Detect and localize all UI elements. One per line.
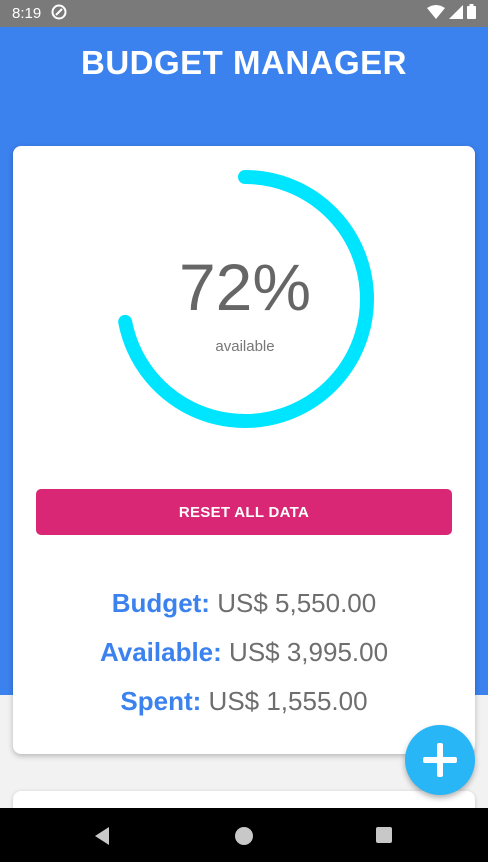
- spent-value: US$ 1,555.00: [208, 686, 368, 716]
- status-icons: [427, 4, 476, 23]
- available-value: US$ 3,995.00: [229, 637, 389, 667]
- signal-icon: [449, 4, 463, 23]
- available-line: Available: US$ 3,995.00: [13, 637, 475, 668]
- plus-icon: [423, 743, 457, 777]
- system-navigation-bar: [0, 808, 488, 862]
- wifi-icon: [427, 4, 445, 23]
- budget-line: Budget: US$ 5,550.00: [13, 588, 475, 619]
- budget-value: US$ 5,550.00: [217, 588, 377, 618]
- add-expense-button[interactable]: [405, 725, 475, 795]
- status-bar: 8:19: [0, 0, 488, 27]
- available-progress-ring: 72% available: [114, 168, 376, 430]
- spent-line: Spent: US$ 1,555.00: [13, 686, 475, 717]
- battery-icon: [467, 4, 476, 23]
- reset-all-data-button[interactable]: RESET ALL DATA: [36, 489, 452, 535]
- available-caption: available: [215, 338, 275, 355]
- percent-available: 72%: [178, 250, 312, 324]
- back-icon[interactable]: [95, 827, 109, 845]
- recents-icon[interactable]: [376, 827, 392, 843]
- app-title: BUDGET MANAGER: [81, 44, 407, 81]
- home-icon[interactable]: [235, 827, 253, 845]
- budget-summary-card: 72% available RESET ALL DATA Budget: US$…: [13, 146, 475, 754]
- budget-label: Budget:: [111, 588, 210, 618]
- spent-label: Spent:: [120, 686, 202, 716]
- available-label: Available:: [99, 637, 222, 667]
- status-time: 8:19: [12, 5, 42, 22]
- notification-icon: [51, 4, 67, 24]
